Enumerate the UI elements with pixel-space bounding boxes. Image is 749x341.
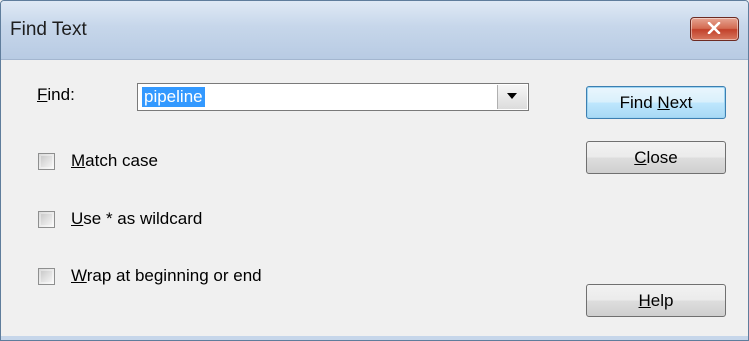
find-next-button[interactable]: Find Next xyxy=(586,86,726,119)
dialog-title: Find Text xyxy=(10,19,87,40)
close-button[interactable]: Close xyxy=(586,141,726,174)
use-wildcard-checkbox[interactable] xyxy=(38,211,55,228)
wrap-label[interactable]: Wrap at beginning or end xyxy=(71,266,262,286)
find-input-value[interactable]: pipeline xyxy=(142,87,205,107)
find-text-dialog: Find Text Find: pipeline Find Next Close… xyxy=(0,0,749,341)
find-label: Find: xyxy=(37,85,75,104)
find-combobox[interactable]: pipeline xyxy=(137,83,529,111)
close-window-button[interactable] xyxy=(690,17,739,41)
match-case-checkbox[interactable] xyxy=(38,153,55,170)
chevron-down-icon xyxy=(507,93,517,99)
use-wildcard-label[interactable]: Use * as wildcard xyxy=(71,209,202,229)
close-x-icon xyxy=(707,22,721,34)
title-bar[interactable]: Find Text xyxy=(1,1,748,60)
window-bottom-border xyxy=(1,336,748,340)
find-dropdown-button[interactable] xyxy=(497,85,527,109)
wrap-checkbox[interactable] xyxy=(38,268,55,285)
help-button[interactable]: Help xyxy=(586,284,726,317)
match-case-label[interactable]: Match case xyxy=(71,151,158,171)
